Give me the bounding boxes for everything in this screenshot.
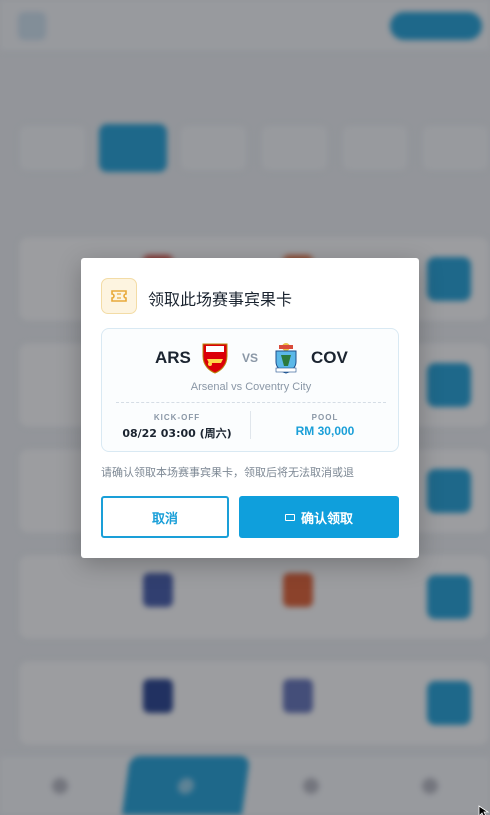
confirm-button-label: 确认领取	[300, 511, 353, 527]
ticket-icon	[284, 513, 295, 521]
kickoff-label: KICK-OFF	[153, 413, 201, 422]
home-team-code: ARS	[155, 348, 191, 367]
pool-amount: RM 30,000	[295, 424, 355, 438]
cancel-button-label: 取消	[151, 511, 178, 527]
match-summary: ARS VS COV Arsenal vs Coventry City KICK…	[101, 328, 399, 452]
mouse-cursor-icon	[478, 805, 490, 815]
confirmation-message: 请确认领取本场赛事宾果卡，领取后将无法取消或退	[101, 466, 354, 479]
away-team-code: COV	[311, 348, 348, 367]
claim-bingo-card-dialog: 领取此场赛事宾果卡 ARS VS COV Arsenal vs Coventry…	[81, 258, 419, 558]
confirm-claim-button[interactable]: 确认领取	[239, 496, 399, 538]
dashed-divider	[116, 402, 386, 403]
coventry-crest-icon	[275, 343, 297, 374]
pool-label: POOL	[311, 413, 339, 422]
ticket-icon	[101, 278, 137, 314]
dialog-title: 领取此场赛事宾果卡	[148, 290, 293, 309]
kickoff-time: 08/22 03:00 (周六)	[122, 427, 232, 440]
match-name: Arsenal vs Coventry City	[190, 381, 312, 393]
versus-label: VS	[242, 351, 259, 365]
arsenal-crest-icon	[202, 343, 228, 374]
cancel-button[interactable]: 取消	[101, 496, 229, 538]
